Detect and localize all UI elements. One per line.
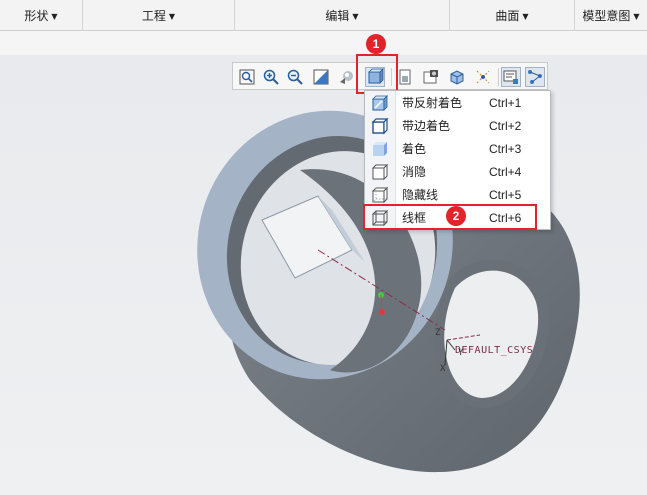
repaint-icon: [313, 69, 329, 85]
menu-item-label: 带边着色: [402, 119, 451, 133]
ribbon-group-engineering[interactable]: 工程 ▼: [83, 0, 235, 30]
spin-center-icon: [340, 71, 353, 84]
ribbon-group-label: 模型意图: [582, 9, 631, 23]
zoom-in-icon: [263, 69, 279, 85]
menu-item-no-hidden[interactable]: 消隐 Ctrl+4: [365, 161, 550, 184]
saved-orientations-icon: [399, 69, 411, 85]
spin-center-toggle-icon: [528, 70, 542, 84]
ribbon-spacer: [0, 31, 647, 55]
csys-x-label: X: [440, 364, 446, 374]
callout-badge-2: 2: [446, 206, 466, 226]
ribbon-group-label: 编辑: [325, 9, 350, 23]
caret-down-icon: ▼: [168, 12, 176, 21]
callout-badge-1: 1: [366, 34, 386, 54]
datum-display-icon: [476, 70, 490, 84]
spin-center-button[interactable]: [337, 67, 357, 87]
csys-label: DEFAULT_CSYS: [455, 345, 534, 356]
hidden-line-icon: [371, 187, 389, 204]
ribbon-group-label: 工程: [141, 9, 166, 23]
perspective-icon: [450, 70, 464, 85]
zoom-out-button[interactable]: [285, 67, 305, 87]
zoom-fit-icon: [239, 69, 255, 85]
menu-item-shade-edges[interactable]: 带边着色 Ctrl+2: [365, 115, 550, 138]
csys-z-label: Z: [435, 328, 441, 338]
menu-item-label: 带反射着色: [402, 96, 463, 110]
perspective-button[interactable]: [447, 67, 467, 87]
annotation-display-button[interactable]: [501, 67, 521, 87]
csys-y-label: Y: [458, 348, 464, 358]
ribbon-group-bar: 形状 ▼ 工程 ▼ 编辑 ▼ 曲面 ▼ 模型意图 ▼: [0, 0, 647, 31]
ribbon-group-edit[interactable]: 编辑 ▼: [235, 0, 450, 30]
datum-display-button[interactable]: [473, 67, 493, 87]
menu-item-label: 消隐: [402, 165, 427, 179]
view-manager-button[interactable]: [421, 67, 441, 87]
annotation-display-icon: [503, 70, 518, 84]
zoom-in-button[interactable]: [261, 67, 281, 87]
ribbon-group-model-intent[interactable]: 模型意图 ▼: [575, 0, 647, 30]
repaint-button[interactable]: [311, 67, 331, 87]
menu-item-shortcut: Ctrl+1: [489, 96, 522, 110]
shade-edges-icon: [371, 118, 389, 135]
spin-center-toggle-button[interactable]: [525, 67, 545, 87]
shade-reflections-icon: [372, 95, 388, 111]
menu-item-shading[interactable]: 着色 Ctrl+3: [365, 138, 550, 161]
menu-item-shortcut: Ctrl+2: [489, 119, 522, 133]
highlight-display-style: [356, 54, 398, 94]
shading-icon: [373, 142, 387, 156]
menu-item-shortcut: Ctrl+3: [489, 142, 522, 156]
caret-down-icon: ▼: [352, 12, 359, 21]
view-manager-icon: [423, 70, 438, 84]
caret-down-icon: ▼: [51, 12, 58, 21]
caret-down-icon: ▼: [633, 12, 640, 21]
ribbon-group-label: 曲面: [495, 9, 520, 23]
no-hidden-icon: [371, 164, 389, 181]
menu-item-label: 着色: [402, 142, 427, 156]
zoom-out-icon: [287, 69, 303, 85]
menu-item-shade-reflections[interactable]: 带反射着色 Ctrl+1: [365, 92, 550, 115]
menu-item-shortcut: Ctrl+4: [489, 165, 522, 179]
ribbon-group-surface[interactable]: 曲面 ▼: [450, 0, 575, 30]
caret-down-icon: ▼: [522, 12, 529, 21]
ribbon-group-shape[interactable]: 形状 ▼: [0, 0, 83, 30]
zoom-fit-button[interactable]: [237, 67, 257, 87]
ribbon-group-label: 形状: [24, 9, 49, 23]
toolbar-separator: [498, 68, 499, 86]
saved-orientations-button[interactable]: [395, 67, 415, 87]
